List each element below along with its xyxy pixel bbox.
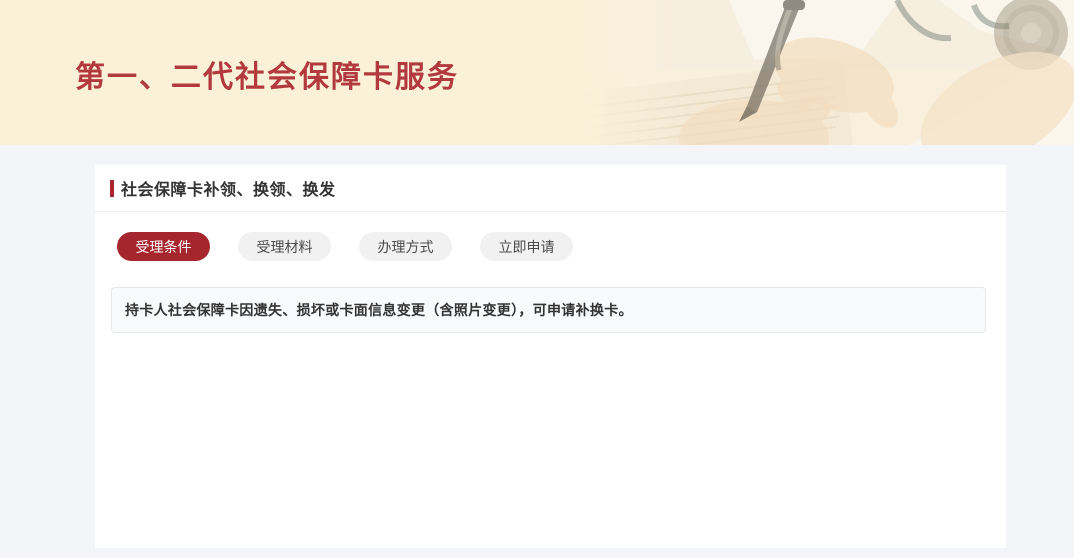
card-header: 社会保障卡补领、换领、换发	[95, 165, 1006, 212]
tab-processing-method[interactable]: 办理方式	[359, 232, 452, 261]
service-card: 社会保障卡补领、换领、换发 受理条件 受理材料 办理方式 立即申请 持卡人社会保…	[95, 165, 1006, 548]
tab-apply-now[interactable]: 立即申请	[480, 232, 573, 261]
doctor-writing-illustration	[579, 0, 1074, 145]
condition-text: 持卡人社会保障卡因遗失、损坏或卡面信息变更（含照片变更），可申请补换卡。	[125, 300, 633, 320]
condition-info-box: 持卡人社会保障卡因遗失、损坏或卡面信息变更（含照片变更），可申请补换卡。	[111, 287, 986, 333]
card-title: 社会保障卡补领、换领、换发	[121, 176, 336, 200]
banner-photo	[579, 0, 1074, 145]
tab-required-materials[interactable]: 受理材料	[238, 232, 331, 261]
tab-acceptance-conditions[interactable]: 受理条件	[117, 232, 210, 261]
page-title: 第一、二代社会保障卡服务	[75, 52, 459, 96]
tab-bar: 受理条件 受理材料 办理方式 立即申请	[117, 232, 1006, 261]
page-banner: 第一、二代社会保障卡服务	[0, 0, 1074, 145]
accent-bar	[110, 180, 114, 197]
